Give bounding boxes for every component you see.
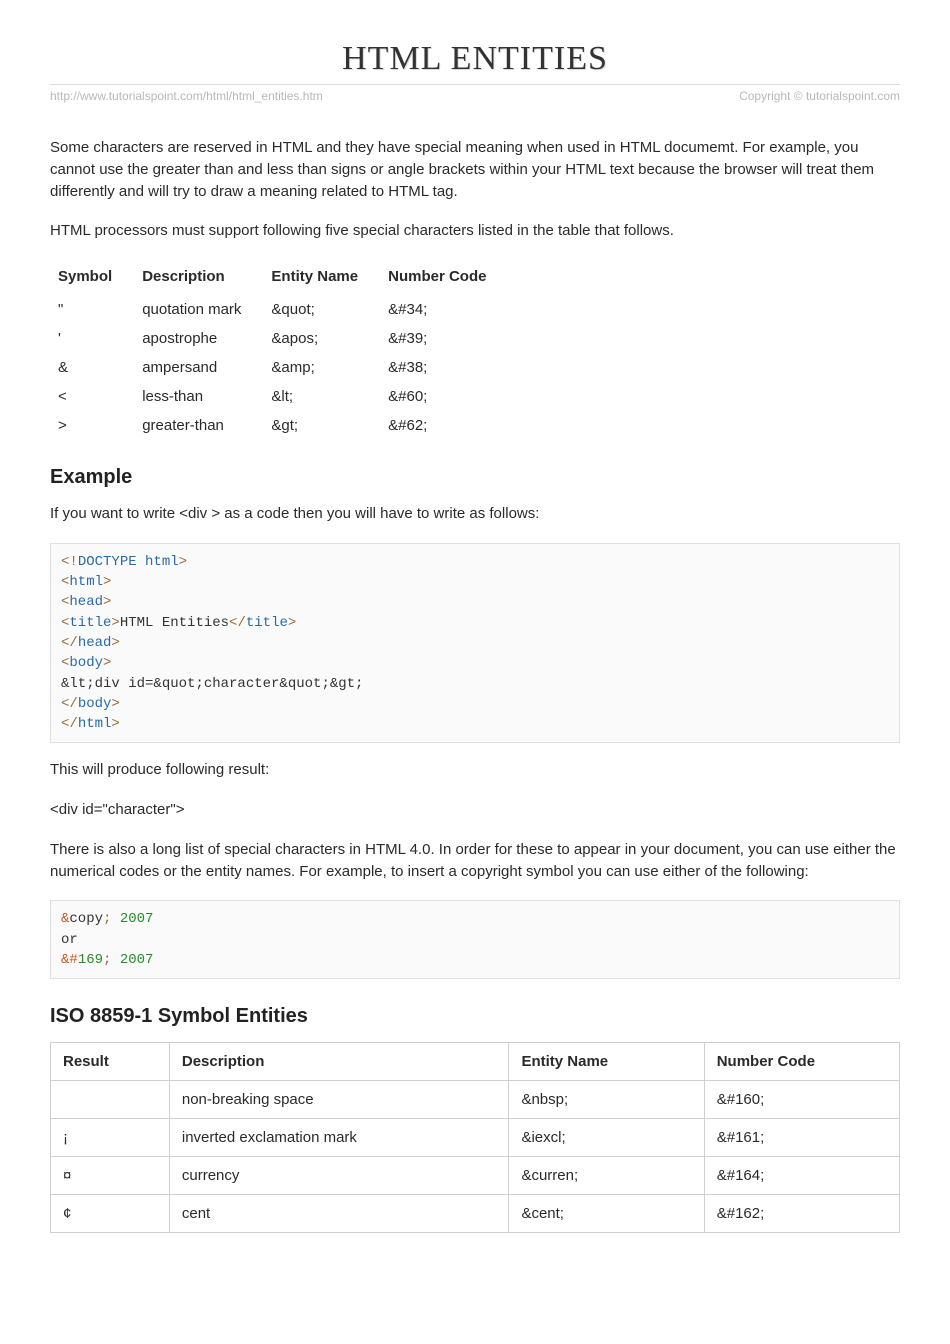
- cell-symbol: &: [50, 353, 134, 382]
- cell-result: ¡: [51, 1119, 170, 1157]
- result-output: <div id="character">: [50, 799, 900, 821]
- cell-entity: &lt;: [263, 382, 380, 411]
- cell-entity: &quot;: [263, 295, 380, 324]
- iso-table: Result Description Entity Name Number Co…: [50, 1042, 900, 1233]
- cell-entity: &cent;: [509, 1195, 704, 1233]
- cell-entity: &amp;: [263, 353, 380, 382]
- iso-heading: ISO 8859-1 Symbol Entities: [50, 1005, 900, 1028]
- table-row: <less-than&lt;&#60;: [50, 382, 508, 411]
- col-symbol: Symbol: [50, 260, 134, 295]
- table-row: &ampersand&amp;&#38;: [50, 353, 508, 382]
- example-heading: Example: [50, 466, 900, 489]
- col-number-code: Number Code: [380, 260, 508, 295]
- cell-entity: &nbsp;: [509, 1081, 704, 1119]
- divider: [50, 84, 900, 85]
- cell-entity: &apos;: [263, 324, 380, 353]
- cell-code: &#62;: [380, 411, 508, 440]
- col-description: Description: [169, 1043, 509, 1081]
- col-entity-name: Entity Name: [263, 260, 380, 295]
- cell-desc: less-than: [134, 382, 263, 411]
- entities-table: Symbol Description Entity Name Number Co…: [50, 260, 508, 440]
- copyright: Copyright © tutorialspoint.com: [739, 89, 900, 103]
- cell-result: [51, 1081, 170, 1119]
- cell-result: ¢: [51, 1195, 170, 1233]
- table-row: ¡inverted exclamation mark&iexcl;&#161;: [51, 1119, 900, 1157]
- cell-code: &#39;: [380, 324, 508, 353]
- cell-entity: &iexcl;: [509, 1119, 704, 1157]
- col-number-code: Number Code: [704, 1043, 899, 1081]
- code-block-1: <!DOCTYPE html> <html> <head> <title>HTM…: [50, 543, 900, 744]
- code-block-2: &copy; 2007 or &#169; 2007: [50, 900, 900, 979]
- table-row: ¢cent&cent;&#162;: [51, 1195, 900, 1233]
- cell-symbol: >: [50, 411, 134, 440]
- cell-code: &#164;: [704, 1157, 899, 1195]
- source-url[interactable]: http://www.tutorialspoint.com/html/html_…: [50, 89, 323, 103]
- longlist-paragraph: There is also a long list of special cha…: [50, 839, 900, 883]
- cell-code: &#34;: [380, 295, 508, 324]
- cell-code: &#60;: [380, 382, 508, 411]
- cell-desc: greater-than: [134, 411, 263, 440]
- intro-paragraph-1: Some characters are reserved in HTML and…: [50, 137, 900, 202]
- table-row: >greater-than&gt;&#62;: [50, 411, 508, 440]
- col-entity-name: Entity Name: [509, 1043, 704, 1081]
- cell-desc: non-breaking space: [169, 1081, 509, 1119]
- table-header-row: Symbol Description Entity Name Number Co…: [50, 260, 508, 295]
- cell-code: &#38;: [380, 353, 508, 382]
- col-result: Result: [51, 1043, 170, 1081]
- result-lead: This will produce following result:: [50, 759, 900, 781]
- intro-paragraph-2: HTML processors must support following f…: [50, 220, 900, 242]
- cell-desc: cent: [169, 1195, 509, 1233]
- table-header-row: Result Description Entity Name Number Co…: [51, 1043, 900, 1081]
- cell-symbol: ': [50, 324, 134, 353]
- cell-symbol: <: [50, 382, 134, 411]
- cell-desc: ampersand: [134, 353, 263, 382]
- table-row: ¤currency&curren;&#164;: [51, 1157, 900, 1195]
- cell-desc: quotation mark: [134, 295, 263, 324]
- table-row: non-breaking space&nbsp;&#160;: [51, 1081, 900, 1119]
- cell-desc: apostrophe: [134, 324, 263, 353]
- cell-entity: &gt;: [263, 411, 380, 440]
- table-row: "quotation mark&quot;&#34;: [50, 295, 508, 324]
- col-description: Description: [134, 260, 263, 295]
- table-row: 'apostrophe&apos;&#39;: [50, 324, 508, 353]
- cell-desc: inverted exclamation mark: [169, 1119, 509, 1157]
- cell-entity: &curren;: [509, 1157, 704, 1195]
- example-lead: If you want to write <div > as a code th…: [50, 503, 900, 525]
- cell-symbol: ": [50, 295, 134, 324]
- cell-code: &#162;: [704, 1195, 899, 1233]
- cell-code: &#160;: [704, 1081, 899, 1119]
- page-title: HTML ENTITIES: [50, 40, 900, 78]
- cell-code: &#161;: [704, 1119, 899, 1157]
- cell-result: ¤: [51, 1157, 170, 1195]
- cell-desc: currency: [169, 1157, 509, 1195]
